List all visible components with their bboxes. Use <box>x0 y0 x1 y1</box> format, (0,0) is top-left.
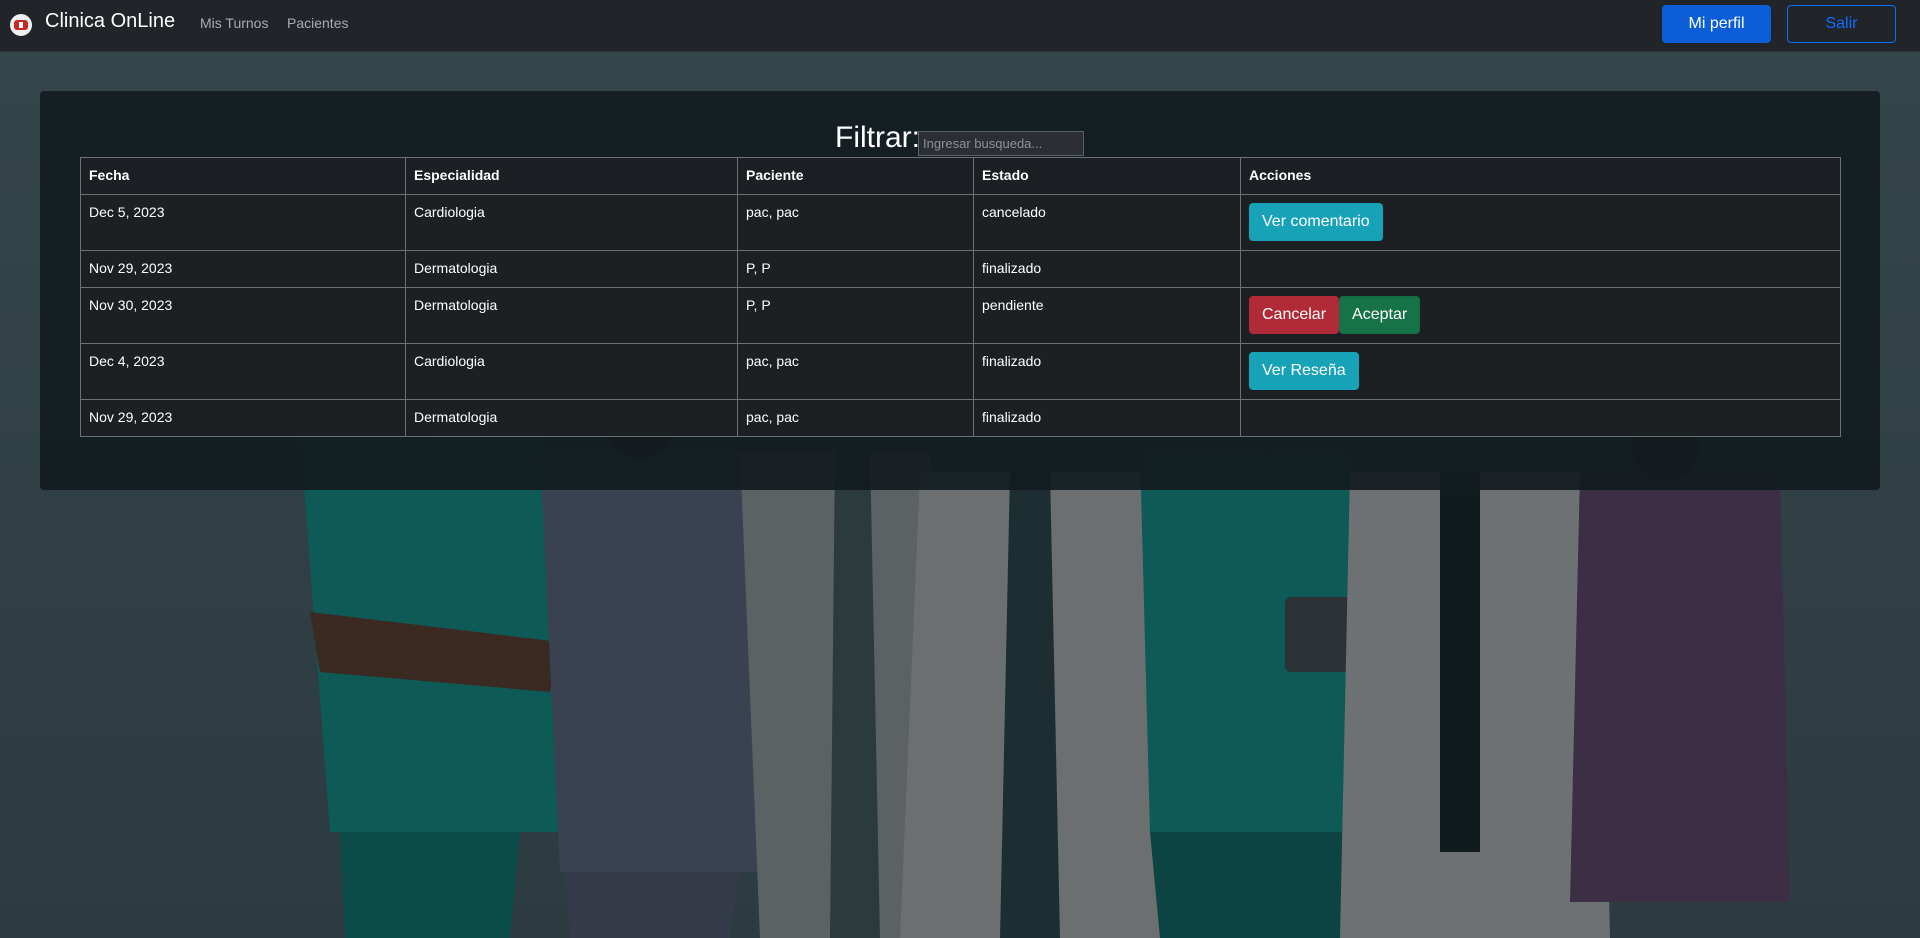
logout-button[interactable]: Salir <box>1787 5 1896 43</box>
search-input[interactable] <box>918 131 1084 156</box>
profile-button[interactable]: Mi perfil <box>1662 5 1771 43</box>
cell-acciones: Ver comentario <box>1240 194 1841 251</box>
column-header-especialidad[interactable]: Especialidad <box>405 157 738 195</box>
column-header-acciones: Acciones <box>1240 157 1841 195</box>
cell-estado: finalizado <box>973 399 1241 437</box>
cell-fecha: Dec 5, 2023 <box>80 194 406 251</box>
cell-especialidad: Dermatologia <box>405 399 738 437</box>
cell-especialidad: Dermatologia <box>405 287 738 344</box>
cell-acciones <box>1240 399 1841 437</box>
cell-acciones: Cancelar Aceptar <box>1240 287 1841 344</box>
column-header-estado[interactable]: Estado <box>973 157 1241 195</box>
cancelar-button[interactable]: Cancelar <box>1249 296 1340 334</box>
brand-name[interactable]: Clinica OnLine <box>45 10 175 33</box>
cell-estado: finalizado <box>973 343 1241 400</box>
cell-fecha: Dec 4, 2023 <box>80 343 406 400</box>
cell-paciente: pac, pac <box>737 194 974 251</box>
aceptar-button[interactable]: Aceptar <box>1339 296 1421 334</box>
turnos-panel: Filtrar: Fecha Especialidad Paciente Est… <box>40 91 1880 490</box>
cell-estado: pendiente <box>973 287 1241 344</box>
cell-especialidad: Cardiologia <box>405 194 738 251</box>
nav-link-pacientes[interactable]: Pacientes <box>287 15 348 31</box>
column-header-fecha[interactable]: Fecha <box>80 157 406 195</box>
table-row: Nov 30, 2023 Dermatologia P, P pendiente… <box>80 287 1841 344</box>
table-row: Dec 4, 2023 Cardiologia pac, pac finaliz… <box>80 343 1841 400</box>
table-row: Nov 29, 2023 Dermatologia P, P finalizad… <box>80 250 1841 288</box>
cell-acciones <box>1240 250 1841 288</box>
turnos-table: Fecha Especialidad Paciente Estado Accio… <box>80 157 1841 437</box>
cell-especialidad: Cardiologia <box>405 343 738 400</box>
cell-estado: cancelado <box>973 194 1241 251</box>
cell-acciones: Ver Reseña <box>1240 343 1841 400</box>
filter-label: Filtrar: <box>835 121 920 154</box>
cell-paciente: P, P <box>737 250 974 288</box>
cell-fecha: Nov 29, 2023 <box>80 250 406 288</box>
top-navbar: Clinica OnLine Mis Turnos Pacientes Mi p… <box>0 0 1920 52</box>
cell-paciente: pac, pac <box>737 399 974 437</box>
ver-comentario-button[interactable]: Ver comentario <box>1249 203 1383 241</box>
ver-resena-button[interactable]: Ver Reseña <box>1249 352 1359 390</box>
clinic-logo-icon[interactable] <box>10 14 32 36</box>
table-row: Nov 29, 2023 Dermatologia pac, pac final… <box>80 399 1841 437</box>
cell-especialidad: Dermatologia <box>405 250 738 288</box>
cell-paciente: P, P <box>737 287 974 344</box>
cell-estado: finalizado <box>973 250 1241 288</box>
cell-fecha: Nov 30, 2023 <box>80 287 406 344</box>
cell-paciente: pac, pac <box>737 343 974 400</box>
nav-link-mis-turnos[interactable]: Mis Turnos <box>200 15 268 31</box>
table-row: Dec 5, 2023 Cardiologia pac, pac cancela… <box>80 194 1841 251</box>
table-header-row: Fecha Especialidad Paciente Estado Accio… <box>80 157 1841 195</box>
cell-fecha: Nov 29, 2023 <box>80 399 406 437</box>
column-header-paciente[interactable]: Paciente <box>737 157 974 195</box>
